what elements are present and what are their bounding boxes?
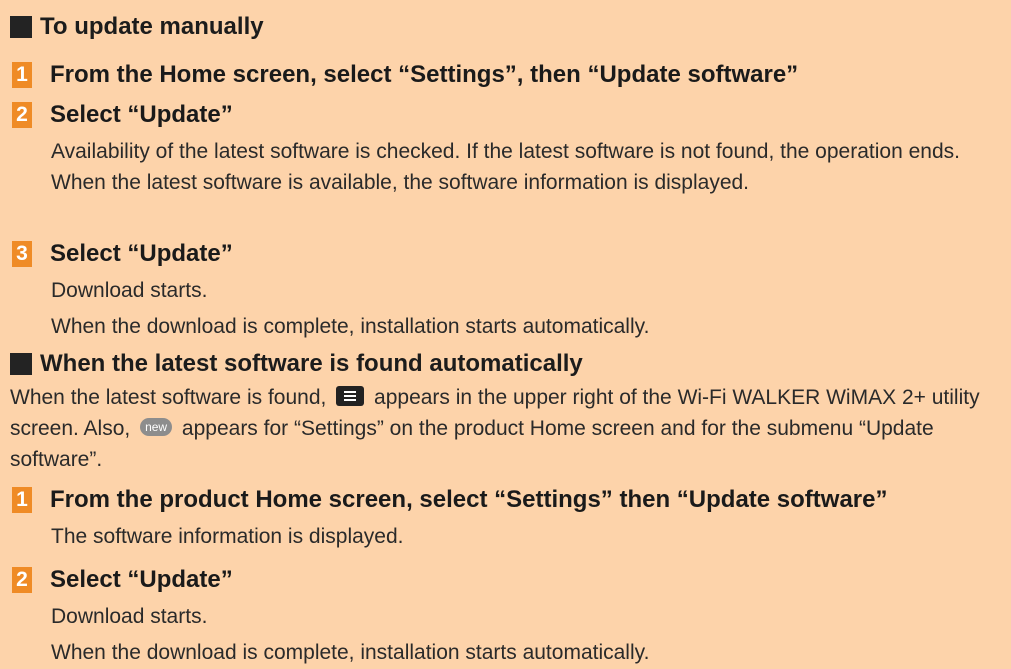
step-description: When the download is complete, installat… bbox=[51, 315, 650, 338]
step-description: The software information is displayed. bbox=[51, 525, 404, 548]
step-description: Download starts. bbox=[51, 279, 208, 302]
step-number-badge: 3 bbox=[12, 241, 32, 267]
new-badge-icon: new bbox=[140, 418, 173, 437]
step-number-badge: 1 bbox=[12, 487, 32, 513]
step-title: Select “Update” bbox=[50, 240, 233, 267]
heading-square-icon bbox=[10, 16, 32, 38]
auto-step-2: 2 Select “Update” bbox=[12, 564, 233, 596]
auto-step-1: 1 From the product Home screen, select “… bbox=[12, 484, 888, 516]
step-title: Select “Update” bbox=[50, 566, 233, 593]
step-title: Select “Update” bbox=[50, 101, 233, 128]
step-number-badge: 2 bbox=[12, 567, 32, 593]
section-title: When the latest software is found automa… bbox=[40, 350, 583, 377]
manual-step-1: 1 From the Home screen, select “Settings… bbox=[12, 59, 798, 91]
section-heading-manual-update: To update manually bbox=[10, 12, 264, 42]
section-title: To update manually bbox=[40, 13, 264, 40]
manual-page: To update manually 1 From the Home scree… bbox=[0, 0, 1011, 669]
step-number-badge: 2 bbox=[12, 102, 32, 128]
update-notification-icon bbox=[336, 386, 365, 407]
step-description: Download starts. bbox=[51, 605, 208, 628]
section-heading-auto-found: When the latest software is found automa… bbox=[10, 349, 583, 379]
step-number-badge: 1 bbox=[12, 62, 32, 88]
manual-step-3: 3 Select “Update” bbox=[12, 238, 233, 270]
step-description: Availability of the latest software is c… bbox=[51, 140, 960, 194]
step-title: From the product Home screen, select “Se… bbox=[50, 486, 888, 513]
heading-square-icon bbox=[10, 353, 32, 375]
intro-text: When the latest software is found, bbox=[10, 386, 327, 409]
step-title: From the Home screen, select “Settings”,… bbox=[50, 61, 799, 88]
step-description: When the download is complete, installat… bbox=[51, 641, 650, 664]
manual-step-2: 2 Select “Update” bbox=[12, 99, 233, 131]
section-intro: When the latest software is found, appea… bbox=[10, 382, 1005, 475]
